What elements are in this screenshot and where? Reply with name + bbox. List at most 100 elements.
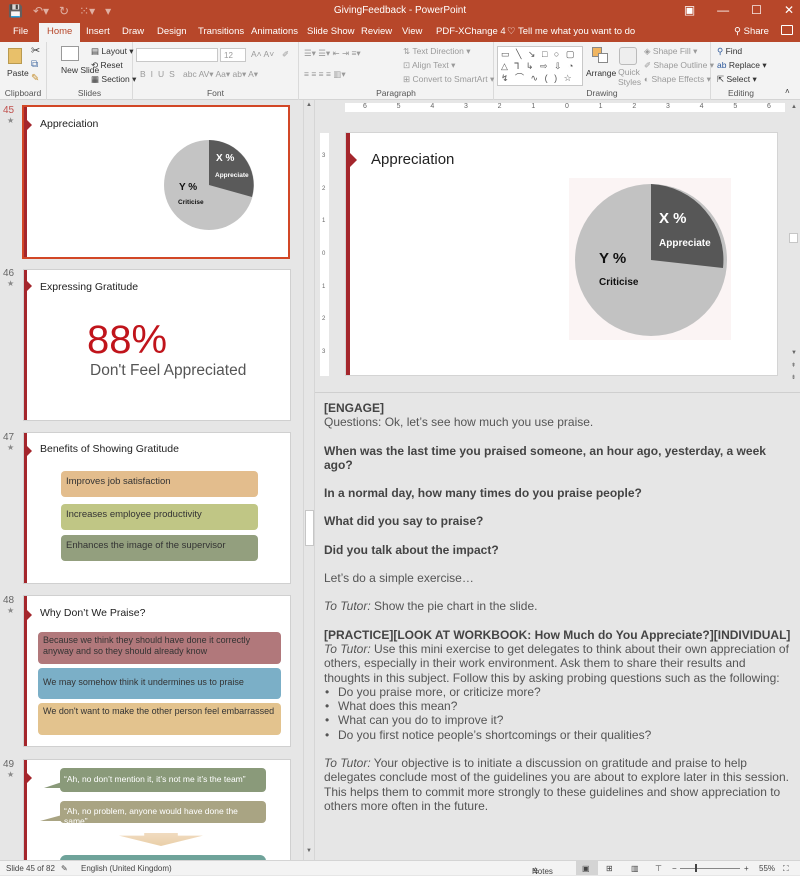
tab-home[interactable]: Home <box>39 23 81 42</box>
clear-format-icon[interactable]: ✐ <box>282 49 289 60</box>
zoom-slider-track[interactable] <box>680 868 740 869</box>
align-text-button[interactable]: ⊡ Align Text ▾ <box>403 60 455 71</box>
slide-thumbnail-45[interactable]: Appreciation X % Appreciate Y % Criticis… <box>22 105 290 259</box>
reset-button[interactable]: ⟲ Reset <box>91 60 123 71</box>
font-name-input[interactable] <box>136 48 218 62</box>
zoom-level[interactable]: 55% <box>759 864 775 873</box>
ruler-tick-label: 2 <box>322 316 326 323</box>
cut-icon[interactable]: ✂ <box>31 44 40 57</box>
shape-outline-button[interactable]: ✐ Shape Outline ▾ <box>644 60 714 71</box>
fit-to-window-icon[interactable]: ⛶ <box>783 864 789 874</box>
tab-review[interactable]: Review <box>361 26 392 37</box>
tell-me-search[interactable]: ♡ Tell me what you want to do <box>507 26 635 37</box>
slide-thumbnail-47[interactable]: Benefits of Showing Gratitude Improves j… <box>23 432 291 584</box>
copy-icon[interactable]: ⧉ <box>31 59 38 70</box>
scroll-up-icon[interactable]: ▲ <box>306 102 312 108</box>
tab-view[interactable]: View <box>402 26 422 37</box>
main-slide[interactable]: Appreciation X % Appreciate Y % Criticis… <box>345 132 778 376</box>
slide-title[interactable]: Appreciation <box>371 151 454 168</box>
scroll-down-icon[interactable]: ▼ <box>306 848 312 854</box>
collapse-ribbon-icon[interactable]: ˄ <box>785 87 790 96</box>
scroll-up-icon[interactable]: ▲ <box>791 104 797 110</box>
pie-chart-image[interactable]: X % Appreciate Y % Criticise <box>569 178 731 340</box>
quick-styles-icon[interactable] <box>619 47 637 65</box>
reason-box: We don't want to make the other person f… <box>38 703 281 735</box>
section-button[interactable]: ▦ Section ▾ <box>91 74 136 85</box>
slide-sorter-icon[interactable]: ⊞ <box>606 864 613 873</box>
spell-check-icon[interactable]: ✎ <box>61 864 68 873</box>
font-size-input[interactable]: 12 <box>220 48 246 62</box>
shape-fill-button[interactable]: ◈ Shape Fill ▾ <box>644 46 697 57</box>
next-slide-icon[interactable]: ⇟ <box>791 374 796 381</box>
font-effects-buttons[interactable]: abc AV▾ Aa▾ ab▾ A▾ <box>183 69 258 80</box>
comments-icon[interactable] <box>781 25 793 35</box>
new-slide-icon[interactable] <box>61 46 79 61</box>
minimize-icon[interactable]: — <box>717 3 729 17</box>
font-format-buttons[interactable]: BIUS <box>140 69 180 79</box>
paste-button[interactable]: Paste <box>7 68 29 78</box>
tell-me-label: Tell me what you want to do <box>517 26 636 37</box>
previous-slide-icon[interactable]: ⇞ <box>791 362 796 369</box>
ribbon-display-icon[interactable]: ▣ <box>684 3 695 17</box>
tab-pdf-xchange[interactable]: PDF-XChange 4 <box>436 26 506 37</box>
tab-file[interactable]: File <box>13 26 28 37</box>
slide-accent-bar <box>346 133 350 375</box>
layout-button[interactable]: ▤ Layout ▾ <box>91 46 134 57</box>
tab-transitions[interactable]: Transitions <box>198 26 244 37</box>
convert-smartart-button[interactable]: ⊞ Convert to SmartArt ▾ <box>403 74 494 85</box>
slide-title: Benefits of Showing Gratitude <box>40 443 179 455</box>
shapes-row: ▭ ╲ ↘ □ ○ ▢ <box>501 49 577 59</box>
slide-thumbnail-48[interactable]: Why Don’t We Praise? Because we think th… <box>23 595 291 747</box>
thumbnails-scrollbar[interactable]: ▲ ▼ <box>303 100 315 860</box>
find-button[interactable]: ⚲ Find <box>717 46 742 57</box>
reading-view-icon[interactable]: ▥ <box>631 864 639 873</box>
tab-animations[interactable]: Animations <box>251 26 298 37</box>
maximize-icon[interactable]: ☐ <box>751 3 762 17</box>
tutor-label: To Tutor: <box>324 641 371 656</box>
slide-accent-arrow <box>27 120 32 130</box>
notes-text: Let’s do a simple exercise… <box>324 571 474 586</box>
slideshow-icon[interactable]: ⊤ <box>655 864 662 873</box>
alignment-icons[interactable]: ≡ ≡ ≡ ≡ ▥▾ <box>304 69 346 80</box>
replace-button[interactable]: ab Replace ▾ <box>717 60 767 71</box>
language-indicator[interactable]: English (United Kingdom) <box>81 864 172 873</box>
zoom-slider-thumb[interactable] <box>695 864 697 872</box>
shape-effects-button[interactable]: ◐ Shape Effects ▾ <box>644 74 711 85</box>
select-button[interactable]: ⇱ Select ▾ <box>717 74 757 85</box>
format-painter-icon[interactable]: ✎ <box>31 73 39 84</box>
slide-title: Why Don’t We Praise? <box>40 607 146 619</box>
scroll-down-icon[interactable]: ▼ <box>791 350 797 356</box>
arrange-button[interactable]: Arrange <box>586 68 616 78</box>
text-direction-button[interactable]: ⇅ Text Direction ▾ <box>403 46 470 57</box>
tab-slide-show[interactable]: Slide Show <box>307 26 355 37</box>
zoom-in-button[interactable]: + <box>744 864 749 873</box>
tab-insert[interactable]: Insert <box>86 26 110 37</box>
zoom-out-button[interactable]: − <box>672 864 677 873</box>
find-icon: ⚲ <box>717 46 724 56</box>
scrollbar-thumb[interactable] <box>789 233 798 243</box>
slide-thumbnail-49[interactable]: “Ah, no don’t mention it, it’s not me it… <box>23 759 291 860</box>
slide-accent-bar <box>24 270 27 420</box>
paragraph-group-label: Paragraph <box>376 88 416 98</box>
status-bar: Slide 45 of 82 ✎ English (United Kingdom… <box>0 860 800 876</box>
tab-design[interactable]: Design <box>157 26 187 37</box>
share-button[interactable]: ⚲ Share <box>734 26 769 37</box>
canvas-scrollbar[interactable]: ▲ ▼ ⇞ ⇟ <box>788 100 800 390</box>
bullets-numbering-icons[interactable]: ☰▾ ☰▾ ⇤ ⇥ ≡▾ <box>304 48 361 59</box>
tab-draw[interactable]: Draw <box>122 26 144 37</box>
speaker-notes-pane[interactable]: [ENGAGE] Questions: Ok, let’s see how mu… <box>315 392 800 860</box>
scrollbar-thumb[interactable] <box>305 510 314 546</box>
grow-font-icon[interactable]: A˄ A˅ <box>251 49 274 59</box>
notes-question: When was the last time you praised someo… <box>324 443 766 472</box>
notes-bullet-list: Do you praise more, or criticize more? W… <box>324 685 791 742</box>
notes-tutor-line: To Tutor: Show the pie chart in the slid… <box>324 599 791 613</box>
close-icon[interactable]: ✕ <box>784 3 794 17</box>
slide-thumbnail-46[interactable]: Expressing Gratitude 88% Don't Feel Appr… <box>23 269 291 421</box>
ruler-tick-label: 1 <box>531 103 536 110</box>
paste-icon[interactable] <box>8 48 22 64</box>
shapes-gallery[interactable]: ▭ ╲ ↘ □ ○ ▢ △ ⅂ ↳ ⇨ ⇩ ◔ ↯ ⌒ ∿ ( ) ☆ <box>497 46 583 86</box>
arrange-icon-back <box>598 53 608 63</box>
horizontal-ruler: 6 5 4 3 2 1 0 1 2 3 4 5 6 <box>345 103 785 112</box>
replace-label: Replace <box>728 60 761 70</box>
quick-styles-button[interactable]: Quick Styles <box>618 67 641 87</box>
